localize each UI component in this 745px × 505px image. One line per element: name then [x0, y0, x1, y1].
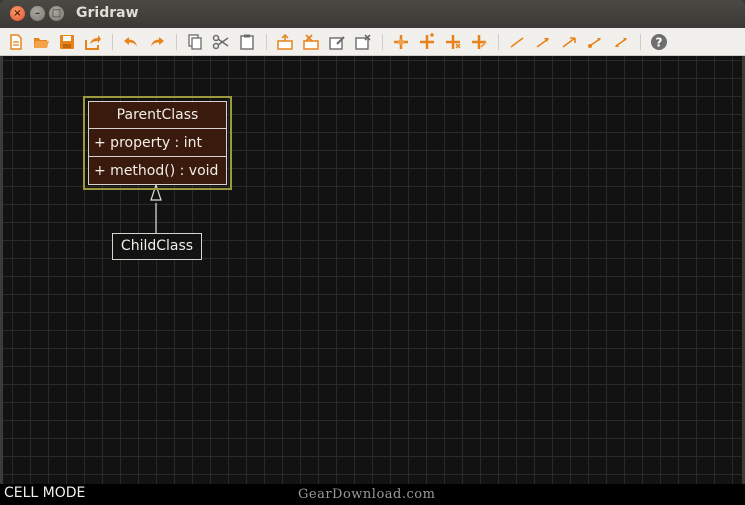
connect-remove-icon — [472, 35, 487, 49]
toolbar-separator — [382, 34, 383, 50]
line-icon — [510, 37, 524, 48]
redo-button[interactable] — [147, 32, 167, 52]
help-button[interactable]: ? — [649, 32, 669, 52]
edit-shape-button[interactable] — [327, 32, 347, 52]
connect-button[interactable] — [391, 32, 411, 52]
arrow-line-icon — [536, 38, 549, 48]
save-icon — [60, 35, 74, 49]
open-folder-icon — [34, 38, 49, 48]
cut-button[interactable] — [211, 32, 231, 52]
status-bar: CELL MODE GearDownload.com — [0, 484, 745, 505]
new-file-button[interactable] — [6, 32, 26, 52]
export-button[interactable] — [83, 32, 103, 52]
svg-text:?: ? — [656, 36, 663, 50]
connect-icon — [394, 35, 408, 49]
class-method: + method() : void — [94, 163, 219, 179]
connect-add-icon — [420, 33, 434, 49]
toolbar-separator — [266, 34, 267, 50]
disconnect-icon — [446, 35, 461, 49]
window-title: Gridraw — [76, 5, 139, 21]
connect-remove-button[interactable] — [469, 32, 489, 52]
maximize-window-button[interactable]: □ — [49, 6, 64, 21]
double-arrow-line-icon — [615, 38, 627, 47]
dot-arrow-line-tool-button[interactable] — [585, 32, 605, 52]
child-class-box[interactable]: ChildClass — [112, 233, 202, 260]
open-arrow-line-icon — [562, 37, 576, 48]
remove-shape-icon — [355, 34, 371, 50]
copy-icon — [188, 34, 202, 50]
title-bar: × – □ Gridraw — [0, 0, 745, 28]
open-arrow-line-tool-button[interactable] — [559, 32, 579, 52]
class-property: + property : int — [89, 129, 226, 157]
mode-indicator: CELL MODE — [4, 485, 86, 501]
insert-shape-button[interactable] — [275, 32, 295, 52]
toolbar-separator — [640, 34, 641, 50]
new-file-icon — [10, 34, 22, 50]
insert-shape-icon — [277, 33, 293, 50]
toolbar-separator — [176, 34, 177, 50]
help-icon: ? — [651, 34, 667, 50]
arrow-line-tool-button[interactable] — [533, 32, 553, 52]
undo-button[interactable] — [121, 32, 141, 52]
double-arrow-line-tool-button[interactable] — [611, 32, 631, 52]
paste-icon — [240, 34, 254, 50]
delete-shape-icon — [303, 34, 319, 50]
disconnect-button[interactable] — [443, 32, 463, 52]
diagram-canvas[interactable]: ParentClass + property : int + method() … — [3, 56, 742, 484]
class-name: ParentClass — [89, 102, 226, 129]
cut-icon — [212, 34, 229, 50]
connect-add-button[interactable] — [417, 32, 437, 52]
open-file-button[interactable] — [31, 32, 51, 52]
edit-shape-icon — [329, 36, 345, 50]
minimize-window-button[interactable]: – — [30, 6, 45, 21]
parent-class-box[interactable]: ParentClass + property : int + method() … — [88, 101, 227, 185]
copy-button[interactable] — [185, 32, 205, 52]
export-icon — [85, 35, 101, 50]
delete-shape-button[interactable] — [301, 32, 321, 52]
toolbar-separator — [498, 34, 499, 50]
paste-button[interactable] — [237, 32, 257, 52]
undo-icon — [124, 37, 137, 47]
dot-arrow-line-icon — [588, 38, 601, 48]
watermark: GearDownload.com — [298, 487, 436, 502]
remove-shape-button[interactable] — [353, 32, 373, 52]
redo-icon — [151, 37, 164, 47]
line-tool-button[interactable] — [507, 32, 527, 52]
toolbar: ? — [0, 28, 745, 56]
close-window-button[interactable]: × — [10, 6, 25, 21]
save-button[interactable] — [57, 32, 77, 52]
toolbar-separator — [112, 34, 113, 50]
